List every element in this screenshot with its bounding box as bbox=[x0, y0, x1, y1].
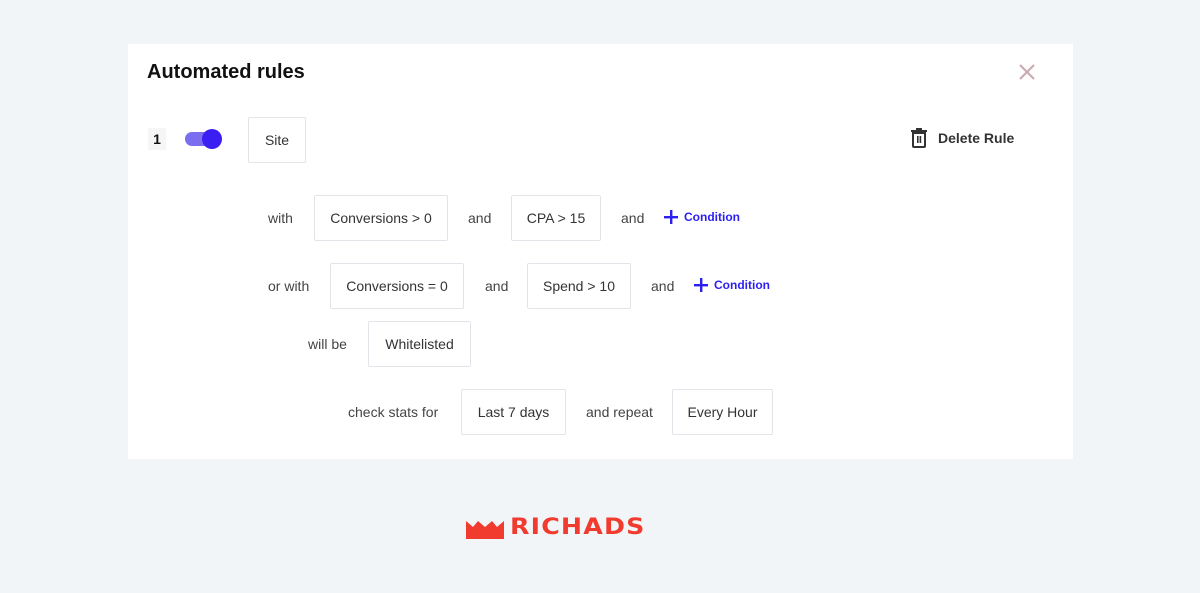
condition-group-2-joiner-2: and bbox=[651, 278, 675, 294]
condition-group-1-condition-2[interactable]: CPA > 15 bbox=[511, 195, 601, 241]
add-condition-button-2[interactable]: Condition bbox=[694, 278, 770, 292]
plus-icon bbox=[694, 278, 708, 292]
action-select[interactable]: Whitelisted bbox=[368, 321, 471, 367]
toggle-knob bbox=[202, 129, 222, 149]
condition-group-2-condition-2[interactable]: Spend > 10 bbox=[527, 263, 631, 309]
condition-group-2-joiner-1: and bbox=[485, 278, 509, 294]
plus-icon bbox=[664, 210, 678, 224]
condition-group-1-prefix: with bbox=[268, 210, 293, 226]
delete-rule-label: Delete Rule bbox=[938, 130, 1015, 146]
stats-period-prefix: check stats for bbox=[348, 404, 439, 420]
condition-group-1-joiner-2: and bbox=[621, 210, 645, 226]
condition-group-1-joiner-1: and bbox=[468, 210, 492, 226]
action-prefix: will be bbox=[308, 336, 347, 352]
condition-group-1-condition-1[interactable]: Conversions > 0 bbox=[314, 195, 448, 241]
add-condition-button-1[interactable]: Condition bbox=[664, 210, 740, 224]
condition-group-2-condition-1[interactable]: Conversions = 0 bbox=[330, 263, 464, 309]
brand-name: RICHADS bbox=[510, 515, 646, 540]
condition-group-2-prefix: or with bbox=[268, 278, 310, 294]
close-button[interactable] bbox=[1016, 61, 1038, 83]
stats-period-select[interactable]: Last 7 days bbox=[461, 389, 566, 435]
add-condition-label: Condition bbox=[714, 278, 770, 292]
rule-target-select[interactable]: Site bbox=[248, 117, 306, 163]
rule-enabled-toggle[interactable] bbox=[185, 129, 223, 149]
crown-icon bbox=[466, 521, 504, 539]
repeat-select[interactable]: Every Hour bbox=[672, 389, 773, 435]
close-icon bbox=[1019, 64, 1035, 80]
trash-icon bbox=[911, 128, 927, 148]
delete-rule-button[interactable]: Delete Rule bbox=[910, 128, 1014, 148]
richads-logo: RICHADS bbox=[466, 515, 734, 540]
repeat-prefix: and repeat bbox=[586, 404, 653, 420]
rule-number: 1 bbox=[148, 128, 166, 150]
automated-rules-dialog: Automated rules 1 Site Delete Rule with … bbox=[128, 44, 1073, 459]
add-condition-label: Condition bbox=[684, 210, 740, 224]
dialog-title: Automated rules bbox=[147, 61, 305, 83]
